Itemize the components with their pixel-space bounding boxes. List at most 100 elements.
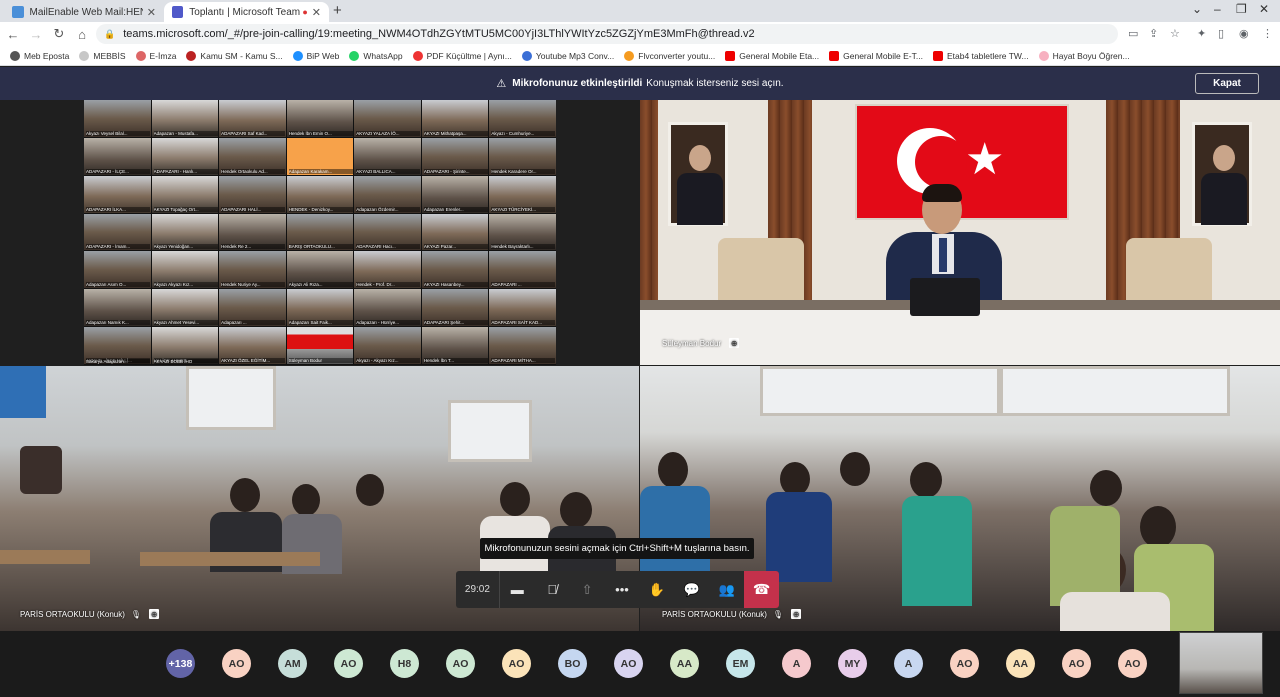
gallery-video-cell[interactable]: ADAPAZARI Hacı... (354, 213, 421, 251)
gallery-video-cell[interactable]: Hendek İbn T... (421, 327, 489, 364)
participant-avatar[interactable]: MY (838, 649, 867, 678)
gallery-video-cell[interactable]: Adapazarı Sait Faik... (286, 289, 354, 327)
participant-avatar[interactable]: A (894, 649, 923, 678)
bookmark-item[interactable]: Kamu SM - Kamu S... (186, 50, 283, 61)
pin-icon[interactable]: ⊕ (729, 338, 740, 348)
hangup-button[interactable]: ☎ (744, 571, 779, 608)
restore-icon[interactable]: ❐ (1236, 2, 1247, 16)
gallery-video-cell[interactable]: Hendek Nuriye Ay... (219, 251, 286, 289)
bookmark-item[interactable]: Meb Eposta (10, 50, 69, 61)
gallery-video-cell[interactable]: Hendek Re 2... (219, 213, 286, 251)
participant-avatar[interactable]: AO (1062, 649, 1091, 678)
menu-icon[interactable]: ⋮ (1262, 27, 1273, 40)
gallery-video-cell[interactable]: Hendek Ortaokulu Ad... (219, 137, 286, 175)
gallery-video-cell[interactable]: Akyazı - Akyazı Kız... (354, 327, 421, 364)
gallery-video-cell[interactable]: ADAPAZARI - Şirinte... (421, 137, 489, 175)
forward-icon[interactable]: → (26, 27, 46, 42)
close-banner-button[interactable]: Kapat (1195, 73, 1259, 94)
gallery-video-cell[interactable]: HENDEK - Denizkoy... (286, 175, 354, 213)
gallery-video-cell[interactable]: Hendek İbn Emin O... (286, 100, 354, 137)
camera-button[interactable]: ▬ (500, 571, 535, 608)
participant-avatar[interactable]: AO (446, 649, 475, 678)
gallery-video-cell[interactable]: Adapazarı Özdemir... (354, 175, 421, 213)
gallery-video-cell[interactable]: AKYAZI Pazar... (421, 213, 489, 251)
raise-hand-button[interactable]: ✋ (639, 571, 674, 608)
minimize-icon[interactable]: – (1214, 2, 1221, 16)
back-icon[interactable]: ← (3, 27, 23, 42)
bookmark-item[interactable]: E-İmza (135, 50, 176, 61)
gallery-video-cell[interactable]: ADAPAZARI MİTHA... (489, 327, 556, 364)
participant-avatar[interactable]: EM (726, 649, 755, 678)
bookmark-item[interactable]: Youtube Mp3 Conv... (521, 50, 614, 61)
mic-toggle-button[interactable]: 🎙̸ (535, 571, 570, 608)
sidebar-icon[interactable]: ▯ (1218, 27, 1224, 40)
bookmark-item[interactable]: General Mobile Eta... (725, 50, 819, 61)
gallery-video-cell[interactable]: ADAPAZARI ... (489, 251, 556, 289)
bookmark-item[interactable]: PDF Küçültme | Aynı... (412, 50, 512, 61)
participant-avatar[interactable]: AM (278, 649, 307, 678)
gallery-video-cell[interactable]: AKYAZI ÖZEL EĞİTİM... (219, 327, 286, 364)
tab-teams[interactable]: Toplantı | Microsoft Teams ● ✕ (164, 2, 329, 22)
close-icon[interactable]: ✕ (147, 6, 156, 19)
gallery-video-cell[interactable]: ADAPAZARI HALİ... (219, 175, 286, 213)
new-tab-button[interactable]: + (333, 2, 342, 19)
gallery-video-cell[interactable]: Adapazarı - Hürriye... (354, 289, 421, 327)
gallery-video-cell[interactable]: Adapazarı ... (219, 289, 286, 327)
gallery-video-cell[interactable]: Adapazarı Karakam... (286, 137, 354, 175)
close-icon[interactable]: ✕ (312, 6, 321, 19)
gallery-video-cell[interactable]: Adapazarı Namık K... (84, 289, 151, 327)
participant-avatar[interactable]: H8 (390, 649, 419, 678)
participant-avatar[interactable]: AO (614, 649, 643, 678)
gallery-video-cell[interactable]: AKYAZI BALLICA... (354, 137, 421, 175)
home-icon[interactable]: ⌂ (72, 27, 92, 42)
profile-icon[interactable]: ◉ (1239, 27, 1249, 40)
reload-icon[interactable]: ↻ (49, 26, 69, 42)
gallery-video-cell[interactable]: Adapazarı Asım O... (84, 251, 151, 289)
gallery-video-cell[interactable]: AKYAZI Topağaç Ort... (151, 175, 219, 213)
gallery-video-cell[interactable]: ADAPAZARI - Hanlı... (151, 137, 219, 175)
gallery-video-cell[interactable]: Akyazı Ahmet Yesevi... (151, 289, 219, 327)
gallery-video-cell[interactable]: Akyazı Yenidoğan... (151, 213, 219, 251)
gallery-video-cell[interactable]: ADAPAZARI - İLÇE... (84, 137, 151, 175)
gallery-video-cell[interactable]: Akyazı Akyazı Kız... (151, 251, 219, 289)
video-tile-speaker[interactable]: ★ Süleyman Bodur ⊕ (640, 100, 1280, 365)
participant-avatar[interactable]: AO (950, 649, 979, 678)
gallery-video-cell[interactable]: AKYAZI YALAZA İÖ... (354, 100, 421, 137)
tab-mailenable[interactable]: MailEnable Web Mail:HENDEKS... ✕ (4, 2, 164, 22)
bookmark-item[interactable]: WhatsApp (349, 50, 403, 61)
participant-avatar[interactable]: AO (222, 649, 251, 678)
more-participants-badge[interactable]: +138 (166, 649, 195, 678)
gallery-video-cell[interactable]: Akyazı - Cumhuriye... (489, 100, 556, 137)
participant-avatar[interactable]: AA (670, 649, 699, 678)
gallery-video-cell[interactable]: AKYAZI Hasanbey... (421, 251, 489, 289)
bookmark-item[interactable]: BiP Web (292, 50, 339, 61)
video-tile-gallery[interactable]: Akyazı Veysel Bilal... Adapazarı - Mustaf… (0, 100, 639, 365)
bookmark-item[interactable]: Hayat Boyu Öğren... (1038, 50, 1130, 61)
url-input[interactable]: 🔒 teams.microsoft.com/_#/pre-join-callin… (96, 24, 1118, 44)
gallery-video-cell[interactable]: Adapazarı - Mustafa... (151, 100, 219, 137)
chat-button[interactable]: 💬 (674, 571, 709, 608)
bookmark-item[interactable]: Flvconverter youtu... (624, 50, 715, 61)
participant-avatar[interactable]: AO (502, 649, 531, 678)
gallery-video-cell[interactable]: Hendek - Prof. Dr... (354, 251, 421, 289)
gallery-video-cell[interactable]: ADAPAZARI İLKA... (84, 175, 151, 213)
gallery-video-cell[interactable]: AKYAZI Mithatpaşa... (421, 100, 489, 137)
participant-avatar[interactable]: AO (1118, 649, 1147, 678)
participant-avatar[interactable]: A (782, 649, 811, 678)
gallery-video-cell[interactable]: Akyazı Veysel Bilal... (84, 100, 151, 137)
star-icon[interactable]: ☆ (1170, 27, 1180, 40)
gallery-video-cell[interactable]: BARIŞ ORTAOKULU... (286, 213, 354, 251)
window-close-icon[interactable]: ✕ (1259, 2, 1269, 16)
participant-avatar[interactable]: BO (558, 649, 587, 678)
bookmark-item[interactable]: General Mobile E-T... (829, 50, 923, 61)
gallery-video-cell[interactable]: ADAPAZARI SAİT KAD... (489, 289, 556, 327)
gallery-video-cell[interactable]: Akyazı Ali Rıza... (286, 251, 354, 289)
camera-blocked-icon[interactable]: ▭ (1128, 27, 1138, 40)
participant-avatar[interactable]: AO (334, 649, 363, 678)
participant-avatar[interactable]: AA (1006, 649, 1035, 678)
share-page-icon[interactable]: ⇪ (1149, 27, 1158, 40)
share-button[interactable]: ⇧ (570, 571, 605, 608)
gallery-video-cell[interactable]: Adapazarı Erenler... (421, 175, 489, 213)
gallery-video-cell[interactable]: AKYAZI TÜRCİYEKİ... (489, 175, 556, 213)
gallery-video-cell[interactable]: ADAPAZARI - İmam... (84, 213, 151, 251)
